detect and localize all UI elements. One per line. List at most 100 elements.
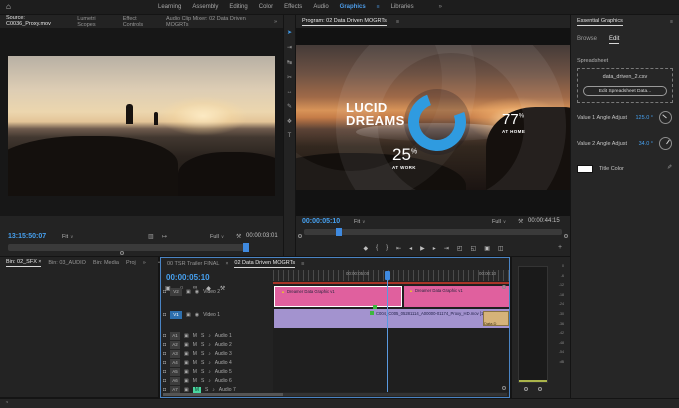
workspace-tab-graphics[interactable]: Graphics — [340, 4, 366, 10]
title-color-swatch[interactable] — [577, 165, 593, 173]
param-1-value[interactable]: 125.0 ° — [627, 115, 653, 121]
essential-graphics-menu-icon[interactable]: ≡ — [670, 19, 673, 25]
home-icon[interactable]: ⌂ — [6, 2, 11, 11]
step-back-icon[interactable]: ◂ — [409, 245, 412, 252]
program-panel-menu-icon[interactable]: ≡ — [396, 19, 399, 25]
playhead-marker[interactable] — [385, 271, 390, 280]
hand-tool-icon[interactable]: ❖ — [287, 118, 292, 125]
mute-button[interactable]: M — [193, 333, 197, 339]
goto-out-icon[interactable]: ⇥ — [444, 245, 449, 252]
source-timecode[interactable]: 13:15:50:07 — [8, 233, 46, 240]
mute-button[interactable]: M — [193, 369, 197, 375]
program-zoom-select[interactable]: Fit∨ — [354, 219, 365, 225]
mic-icon[interactable]: ♪ — [208, 360, 211, 366]
play-icon[interactable]: ▶ — [420, 245, 425, 252]
source-tab-overflow-icon[interactable]: » — [274, 19, 277, 25]
workspace-tab-editing[interactable]: Editing — [229, 4, 247, 10]
track-header-audio-4[interactable]: ◘A4▣MS♪Audio 4 — [163, 359, 273, 367]
track-patch[interactable]: A1 — [170, 332, 180, 340]
mark-out-icon[interactable]: } — [386, 245, 388, 251]
param-2-dial[interactable] — [659, 137, 672, 150]
tab-proj[interactable]: Proj — [126, 260, 136, 266]
timeline-menu-icon[interactable]: ≡ — [301, 261, 304, 267]
lock-icon[interactable]: ◘ — [163, 378, 166, 384]
type-tool-icon[interactable]: T — [288, 133, 292, 139]
sync-lock-icon[interactable]: ▣ — [184, 351, 189, 357]
extract-icon[interactable]: ◱ — [471, 245, 477, 252]
lock-icon[interactable]: ◘ — [163, 342, 166, 348]
program-resolution-select[interactable]: Full∨ — [492, 219, 506, 225]
track-header-audio-3[interactable]: ◘A3▣MS♪Audio 3 — [163, 350, 273, 358]
mute-button[interactable]: M — [193, 378, 197, 384]
eyedropper-icon[interactable]: ✎ — [667, 164, 672, 171]
track-patch[interactable]: A2 — [170, 341, 180, 349]
sync-lock-icon[interactable]: ▣ — [184, 369, 189, 375]
lock-icon[interactable]: ◘ — [163, 369, 166, 375]
tab-program-monitor[interactable]: Program: 02 Data Driven MOGRTs — [302, 18, 387, 26]
lock-icon[interactable]: ◘ — [163, 333, 166, 339]
param-1-dial[interactable] — [659, 111, 672, 124]
tab-sequence-mogrts[interactable]: 02 Data Driven MOGRTs — [234, 260, 295, 268]
workspace-menu-icon[interactable]: ≡ — [377, 4, 380, 10]
workspace-tab-libraries[interactable]: Libraries — [391, 4, 414, 10]
solo-button[interactable]: S — [201, 360, 204, 366]
tab-effect-controls[interactable]: Effect Controls — [123, 16, 157, 28]
track-header-video-2[interactable]: ◘ V2 ▣ ◉ Video 2 — [163, 288, 273, 296]
scroll-handle-bottom[interactable] — [502, 386, 506, 390]
meter-knob-left[interactable] — [524, 387, 528, 391]
track-select-tool-icon[interactable]: ⇥ — [287, 44, 292, 51]
track-header-audio-2[interactable]: ◘A2▣MS♪Audio 2 — [163, 341, 273, 349]
workspace-overflow-icon[interactable]: » — [439, 4, 442, 10]
track-patch-v2[interactable]: V2 — [170, 288, 182, 296]
mute-button[interactable]: M — [193, 351, 197, 357]
track-output-eye-icon[interactable]: ◉ — [195, 312, 199, 318]
track-output-eye-icon[interactable]: ◉ — [195, 289, 199, 295]
source-drag-icon[interactable]: ↦ — [162, 233, 167, 240]
program-wrench-icon[interactable]: ⚒ — [518, 218, 523, 225]
sync-lock-icon[interactable]: ▣ — [186, 312, 191, 318]
sync-lock-icon[interactable]: ▣ — [184, 378, 189, 384]
goto-in-icon[interactable]: ⇤ — [396, 245, 401, 252]
track-header-audio-1[interactable]: ◘A1▣MS♪Audio 1 — [163, 332, 273, 340]
track-patch[interactable]: A5 — [170, 368, 180, 376]
program-playhead-handle[interactable] — [336, 228, 342, 236]
tab-bin-media[interactable]: Bin: Media — [93, 260, 119, 266]
clip-dreamer-data-graphic-2[interactable]: ▲ Dreamer Data Graphic v1 — [404, 286, 509, 307]
source-scrubber-marker[interactable] — [120, 251, 124, 255]
mark-in-icon[interactable]: { — [376, 245, 378, 251]
source-settings-icon[interactable]: ▥ — [148, 233, 154, 240]
clip-data-driven-tan[interactable]: Data D — [483, 311, 509, 326]
clip-dreamer-data-graphic-1[interactable]: ▲ Dreamer Data Graphic v1 — [274, 286, 402, 307]
tab-browse[interactable]: Browse — [577, 36, 597, 44]
export-frame-icon[interactable]: ▣ — [484, 245, 490, 252]
lock-icon[interactable]: ◘ — [163, 351, 166, 357]
source-playhead-handle[interactable] — [243, 243, 249, 252]
track-patch[interactable]: A4 — [170, 359, 180, 367]
timeline-timecode[interactable]: 00:00:05:10 — [166, 273, 210, 282]
source-scrubber[interactable] — [8, 244, 248, 251]
solo-button[interactable]: S — [201, 351, 204, 357]
source-wrench-icon[interactable]: ⚒ — [236, 233, 241, 240]
lift-icon[interactable]: ◰ — [457, 245, 463, 252]
meter-knob-right[interactable] — [538, 387, 542, 391]
param-2-value[interactable]: 34.0 ° — [627, 141, 653, 147]
workspace-tab-assembly[interactable]: Assembly — [192, 4, 218, 10]
solo-button[interactable]: S — [201, 333, 204, 339]
add-marker-icon[interactable]: ◆ — [363, 245, 368, 252]
razor-tool-icon[interactable]: ✂ — [287, 74, 292, 81]
solo-button[interactable]: S — [201, 378, 204, 384]
tab-source-monitor[interactable]: Source: C0036_Proxy.mov — [6, 15, 68, 29]
mute-button[interactable]: M — [193, 342, 197, 348]
close-icon[interactable]: × — [38, 259, 41, 265]
slip-tool-icon[interactable]: ↔ — [287, 89, 293, 95]
track-patch-v1[interactable]: V1 — [170, 311, 182, 319]
step-forward-icon[interactable]: ▸ — [433, 245, 436, 252]
workspace-tab-effects[interactable]: Effects — [284, 4, 302, 10]
scrollbar-handle[interactable] — [163, 393, 283, 396]
mic-icon[interactable]: ♪ — [208, 351, 211, 357]
sync-lock-icon[interactable]: ▣ — [184, 360, 189, 366]
tab-bin-03-audio[interactable]: Bin: 03_AUDIO — [48, 260, 86, 266]
timeline-ruler[interactable] — [273, 270, 509, 281]
selection-tool-icon[interactable]: ➤ — [287, 29, 292, 36]
scroll-handle-top[interactable] — [502, 285, 506, 289]
